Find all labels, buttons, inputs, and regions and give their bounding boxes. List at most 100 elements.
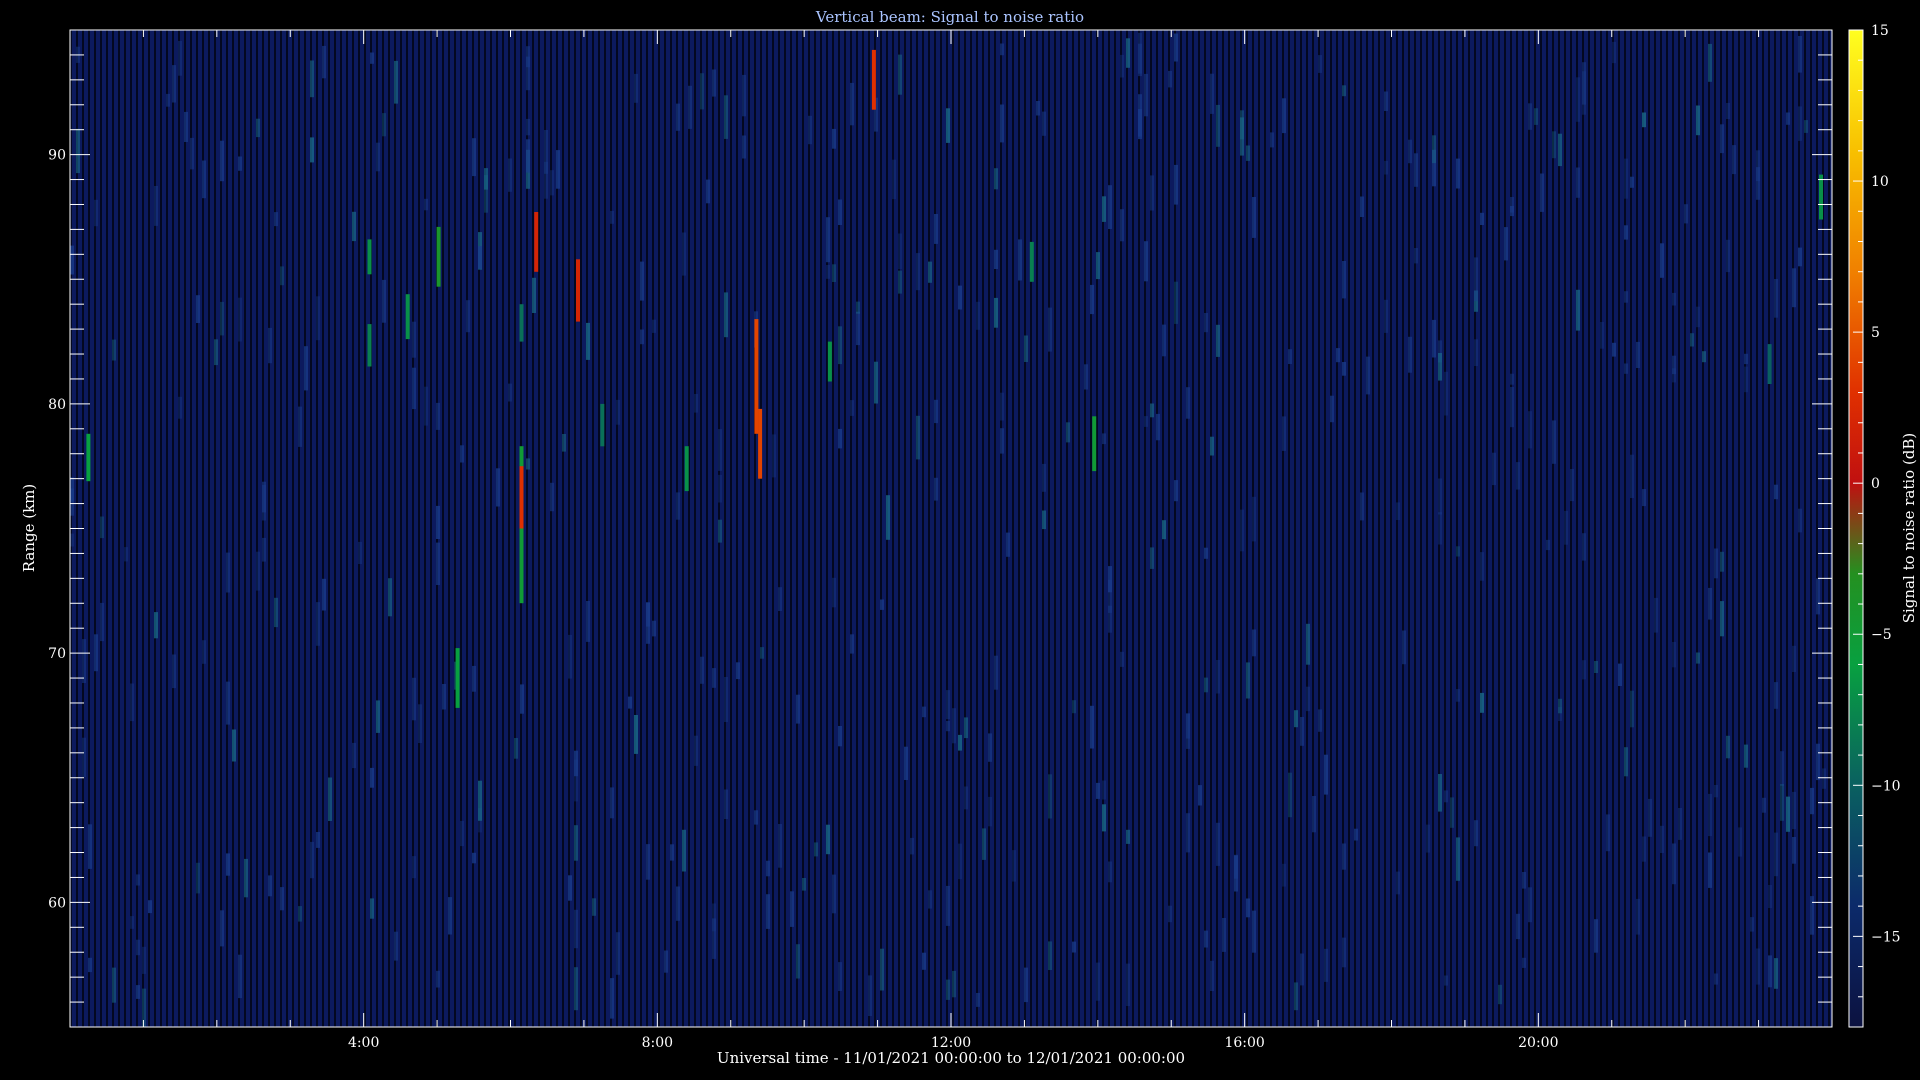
detection-streak [455, 648, 460, 708]
colorbar-tick-label: −10 [1871, 778, 1901, 794]
noise-speckle [226, 681, 230, 725]
noise-speckle [298, 406, 302, 447]
noise-speckle [1798, 247, 1802, 267]
noise-speckle [1288, 772, 1292, 818]
noise-speckle [1792, 268, 1796, 308]
noise-speckle [1240, 117, 1244, 156]
noise-speckle [1006, 532, 1010, 557]
noise-speckle [832, 577, 836, 608]
noise-speckle [526, 458, 530, 470]
noise-speckle [664, 950, 668, 973]
noise-speckle [1456, 689, 1460, 702]
noise-speckle [1600, 322, 1604, 349]
noise-speckle [1150, 175, 1154, 211]
noise-speckle [394, 60, 398, 104]
noise-speckle [1138, 94, 1142, 137]
noise-speckle [1210, 436, 1214, 456]
noise-speckle [694, 735, 698, 766]
noise-speckle [634, 715, 638, 754]
noise-speckle [1306, 686, 1310, 712]
noise-speckle [1816, 743, 1820, 781]
noise-speckle [1438, 478, 1442, 515]
noise-speckle [1636, 898, 1640, 935]
noise-speckle [280, 266, 284, 286]
noise-speckle [1606, 814, 1610, 852]
noise-speckle [1168, 70, 1172, 88]
noise-speckle [724, 95, 728, 139]
noise-speckle [766, 860, 770, 877]
noise-speckle [238, 297, 242, 342]
noise-speckle [418, 704, 422, 743]
noise-speckle [1732, 145, 1736, 175]
colorbar-tick-label: −5 [1871, 627, 1892, 643]
noise-speckle [154, 612, 158, 639]
y-tick-label: 90 [48, 148, 66, 164]
noise-speckle [1498, 984, 1502, 1005]
noise-speckle [202, 160, 206, 199]
noise-speckle [1522, 957, 1526, 968]
noise-speckle [262, 481, 266, 513]
noise-speckle [652, 319, 656, 333]
noise-speckle [508, 158, 512, 192]
noise-speckle [934, 477, 938, 501]
noise-speckle [1186, 713, 1190, 739]
noise-speckle [1360, 492, 1364, 521]
noise-speckle [124, 547, 128, 562]
noise-speckle [370, 898, 374, 919]
y-axis-label: Range (km) [20, 484, 38, 573]
noise-speckle [850, 634, 854, 654]
noise-speckle [1624, 747, 1628, 777]
noise-speckle [994, 655, 998, 690]
noise-speckle [1108, 185, 1112, 229]
noise-speckle [1342, 843, 1346, 870]
noise-speckle [898, 54, 902, 95]
noise-speckle [220, 910, 224, 947]
y-tick-label: 70 [48, 646, 66, 662]
snr-chart: Vertical beam: Signal to noise ratio 4:0… [20, 8, 1918, 1067]
noise-speckle [280, 887, 284, 911]
noise-speckle [832, 874, 836, 914]
noise-speckle [310, 137, 314, 163]
noise-speckle [1726, 735, 1730, 759]
noise-speckle [316, 296, 320, 341]
noise-speckle [1798, 36, 1802, 73]
noise-speckle [790, 891, 794, 927]
noise-speckle [268, 327, 272, 364]
noise-speckle [592, 898, 596, 916]
noise-speckle [832, 264, 836, 282]
noise-speckle [640, 261, 644, 301]
colorbar: 15 10 5 0 −5 −10 −15 Signal to noise ratio (dB… [1848, 23, 1918, 1028]
chart-title: Vertical beam: Signal to noise ratio [815, 8, 1084, 26]
noise-speckle [838, 962, 842, 991]
noise-speckle [202, 640, 206, 664]
noise-speckle [1354, 828, 1358, 841]
noise-speckle [1102, 196, 1106, 222]
noise-speckle [946, 690, 950, 720]
noise-speckle [1480, 692, 1484, 713]
noise-speckle [142, 988, 146, 1027]
noise-speckle [1090, 284, 1094, 315]
noise-speckle [1174, 164, 1178, 205]
noise-speckle [1570, 469, 1574, 502]
noise-speckle [1660, 825, 1664, 853]
colorbar-tick-label: 0 [1871, 476, 1880, 492]
noise-speckle [1414, 248, 1418, 264]
noise-speckle [1210, 73, 1214, 114]
noise-speckle [1444, 790, 1448, 803]
detection-streak [576, 259, 580, 322]
noise-speckle [610, 210, 614, 224]
noise-speckle [1648, 798, 1652, 837]
noise-speckle [226, 552, 230, 593]
noise-speckle [892, 159, 896, 200]
noise-speckle [952, 708, 956, 744]
detection-streak [519, 466, 524, 529]
noise-speckle [1438, 774, 1442, 812]
noise-speckle [850, 82, 854, 126]
noise-speckle [1384, 91, 1388, 111]
noise-speckle [1708, 793, 1712, 837]
noise-speckle [1456, 546, 1460, 557]
noise-speckle [934, 399, 938, 424]
noise-speckle [568, 634, 572, 679]
noise-speckle [1474, 339, 1478, 366]
x-tick-label: 20:00 [1518, 1035, 1558, 1051]
